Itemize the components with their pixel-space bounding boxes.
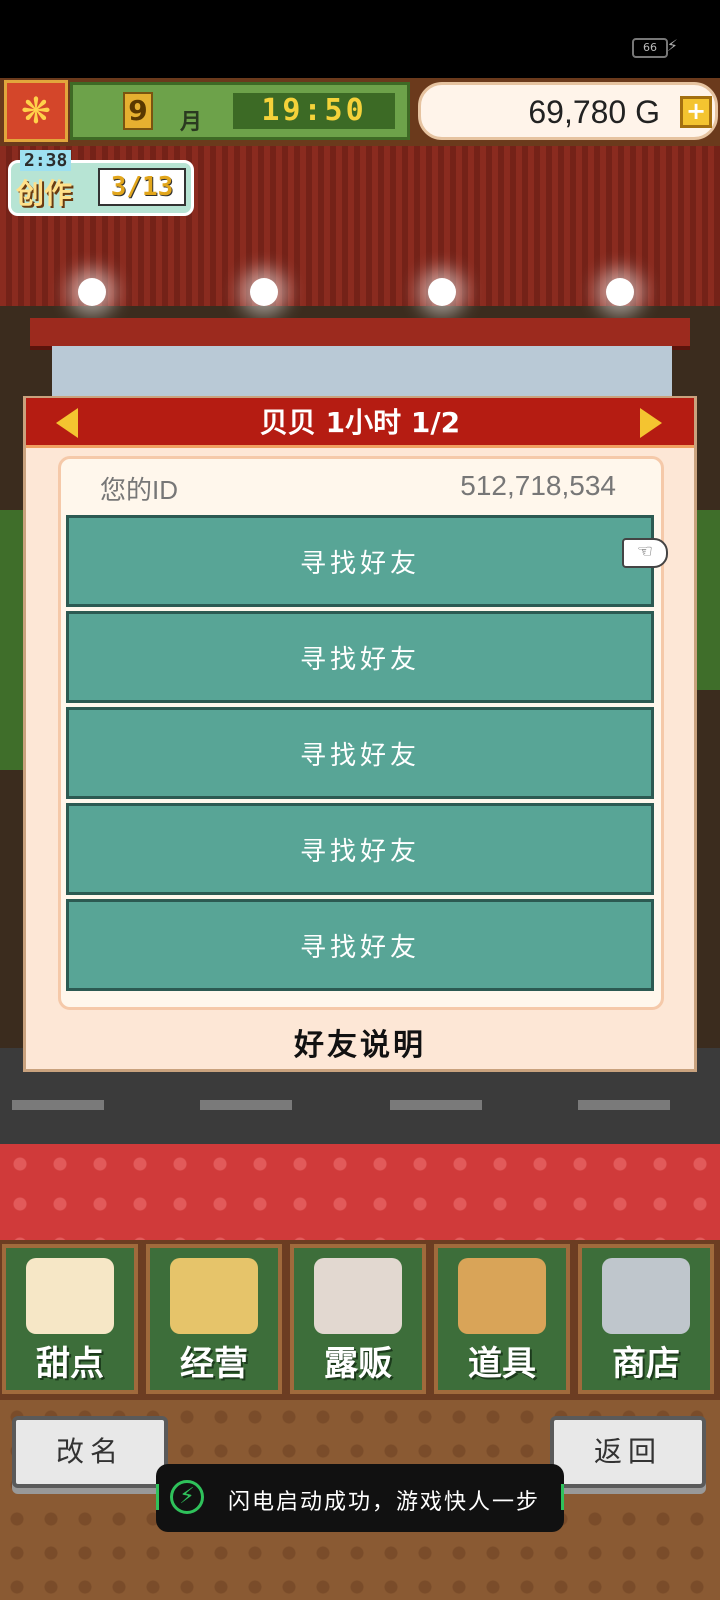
money-amount: 69,780 G xyxy=(528,94,660,130)
lightning-icon: ⚡ xyxy=(666,36,678,55)
nav-label: 露贩 xyxy=(324,1344,392,1384)
friend-explanation-link[interactable]: 好友说明 xyxy=(26,1020,694,1064)
month-number: 9 xyxy=(123,92,153,130)
plus-icon: + xyxy=(685,97,707,125)
creation-progress: 3/13 xyxy=(98,168,186,206)
nav-label: 经营 xyxy=(180,1344,248,1384)
next-arrow-icon[interactable] xyxy=(640,408,662,438)
lightning-icon: ⚡ xyxy=(170,1480,204,1514)
status-bar xyxy=(0,0,720,78)
gear-and-sack-icon xyxy=(458,1258,546,1334)
find-friend-button[interactable]: 寻找好友 xyxy=(66,707,654,799)
road-line xyxy=(200,1100,292,1110)
shop-window xyxy=(52,346,672,396)
nav-dessert[interactable]: 甜点 xyxy=(2,1244,138,1394)
user-id-label: 您的ID xyxy=(100,475,179,505)
cake-icon xyxy=(26,1258,114,1334)
find-friend-button[interactable]: 寻找好友 xyxy=(66,515,654,607)
nav-label: 道具 xyxy=(468,1344,536,1384)
add-money-button[interactable]: + xyxy=(680,96,712,128)
game-clock: 19:50 xyxy=(233,93,395,129)
nav-label: 商店 xyxy=(612,1344,680,1384)
nav-food-truck[interactable]: 露贩 xyxy=(290,1244,426,1394)
dialog-title: 贝贝 1小时 1/2 xyxy=(259,406,461,439)
toast-text: 闪电启动成功，游戏快人一步 xyxy=(228,1490,541,1515)
shop-building-icon xyxy=(170,1258,258,1334)
food-truck-icon xyxy=(314,1258,402,1334)
road-line xyxy=(12,1100,104,1110)
lamp-light xyxy=(78,278,106,306)
rename-button[interactable]: 改名 xyxy=(12,1416,168,1488)
toast-accent xyxy=(156,1484,159,1510)
find-friend-button[interactable]: 寻找好友 xyxy=(66,803,654,895)
battery-indicator: 66 xyxy=(632,38,668,58)
lamp-light xyxy=(250,278,278,306)
pointing-hand-icon: ☜ xyxy=(622,538,668,568)
friend-slot-list: 寻找好友 寻找好友 寻找好友 寻找好友 寻找好友 xyxy=(66,515,654,995)
find-friend-button[interactable]: 寻找好友 xyxy=(66,899,654,991)
nav-store[interactable]: 商店 xyxy=(578,1244,714,1394)
find-friend-button[interactable]: 寻找好友 xyxy=(66,611,654,703)
creation-timer: 2:38 xyxy=(20,150,72,171)
user-id-value: 512,718,534 xyxy=(460,470,616,501)
nav-label: 甜点 xyxy=(36,1344,104,1384)
nav-management[interactable]: 经营 xyxy=(146,1244,282,1394)
shopping-cart-icon xyxy=(602,1258,690,1334)
lamp-light xyxy=(606,278,634,306)
maple-leaf-icon[interactable]: ❋ xyxy=(4,80,68,142)
toast-accent xyxy=(561,1484,564,1510)
previous-arrow-icon[interactable] xyxy=(56,408,78,438)
road-line xyxy=(390,1100,482,1110)
back-button[interactable]: 返回 xyxy=(550,1416,706,1488)
road-line xyxy=(578,1100,670,1110)
nav-items[interactable]: 道具 xyxy=(434,1244,570,1394)
creation-label: 创作 xyxy=(16,177,73,210)
red-carpet xyxy=(0,1144,720,1240)
month-unit: 月 xyxy=(180,110,203,135)
lamp-light xyxy=(428,278,456,306)
